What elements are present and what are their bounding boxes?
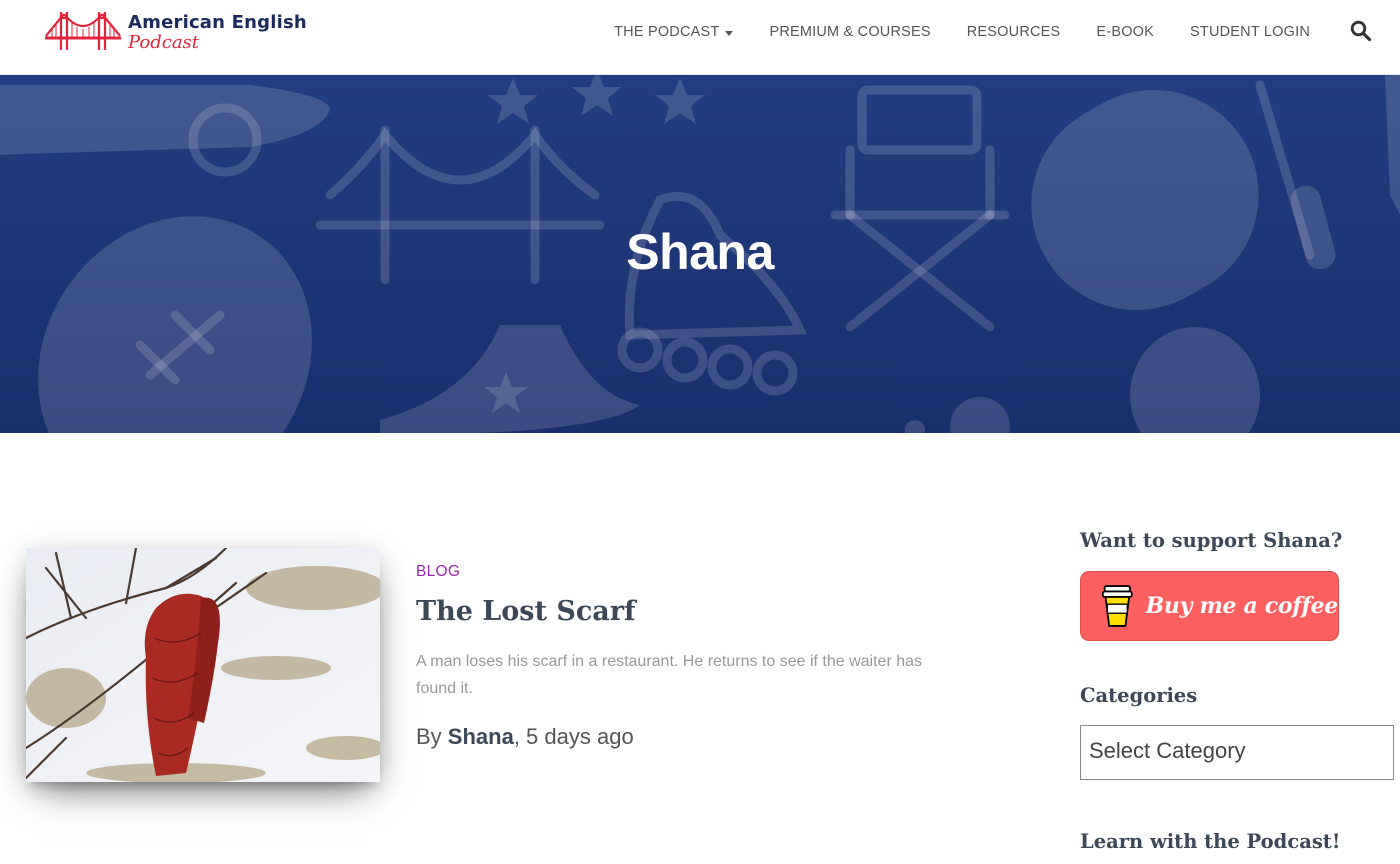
categories-heading: Categories: [1080, 684, 1198, 707]
nav-resources[interactable]: RESOURCES: [967, 24, 1061, 40]
nav-e-book[interactable]: E-BOOK: [1096, 24, 1154, 40]
post-thumbnail[interactable]: [26, 548, 380, 782]
post-excerpt: A man loses his scarf in a restaurant. H…: [416, 653, 923, 697]
buy-me-a-coffee-button[interactable]: Buy me a coffee: [1080, 571, 1339, 641]
nav-the-podcast[interactable]: THE PODCAST: [614, 24, 734, 40]
page-title: Shana: [626, 224, 774, 280]
podcast-heading: Learn with the Podcast!: [1080, 830, 1341, 853]
coffee-button-label: Buy me a coffee: [1145, 593, 1339, 619]
logo-subtitle: Podcast: [128, 32, 200, 53]
post-author-link[interactable]: Shana: [448, 724, 514, 749]
coffee-cup-icon: [1101, 585, 1133, 627]
post-time: , 5 days ago: [513, 724, 634, 749]
search-icon: [1350, 20, 1372, 42]
post-title-link[interactable]: The Lost Scarf: [416, 596, 636, 627]
hero-banner: Shana: [0, 75, 1400, 433]
site-logo[interactable]: American English Podcast: [44, 8, 307, 58]
category-select[interactable]: Select Category: [1080, 725, 1394, 780]
nav-student-login[interactable]: STUDENT LOGIN: [1190, 24, 1310, 40]
post-category-link[interactable]: BLOG: [416, 563, 460, 581]
post-byline: By Shana, 5 days ago: [416, 724, 634, 750]
golden-gate-bridge-icon: [45, 12, 121, 50]
search-button[interactable]: [1350, 20, 1372, 42]
nav-label: THE PODCAST: [614, 24, 720, 40]
caret-down-icon: [725, 30, 734, 36]
nav-premium-courses[interactable]: PREMIUM & COURSES: [769, 24, 930, 40]
nav-label: PREMIUM & COURSES: [769, 24, 931, 40]
main-nav: THE PODCAST PREMIUM & COURSES RESOURCES …: [614, 22, 1310, 42]
nav-label: RESOURCES: [966, 24, 1061, 40]
byline-prefix: By: [416, 724, 448, 749]
support-heading: Want to support Shana?: [1080, 529, 1343, 552]
nav-label: STUDENT LOGIN: [1190, 24, 1310, 40]
red-scarf-on-branch-image: [26, 548, 380, 782]
logo-title: American English: [128, 12, 307, 33]
nav-label: E-BOOK: [1096, 24, 1155, 40]
site-header: American English Podcast THE PODCAST PRE…: [0, 0, 1400, 75]
